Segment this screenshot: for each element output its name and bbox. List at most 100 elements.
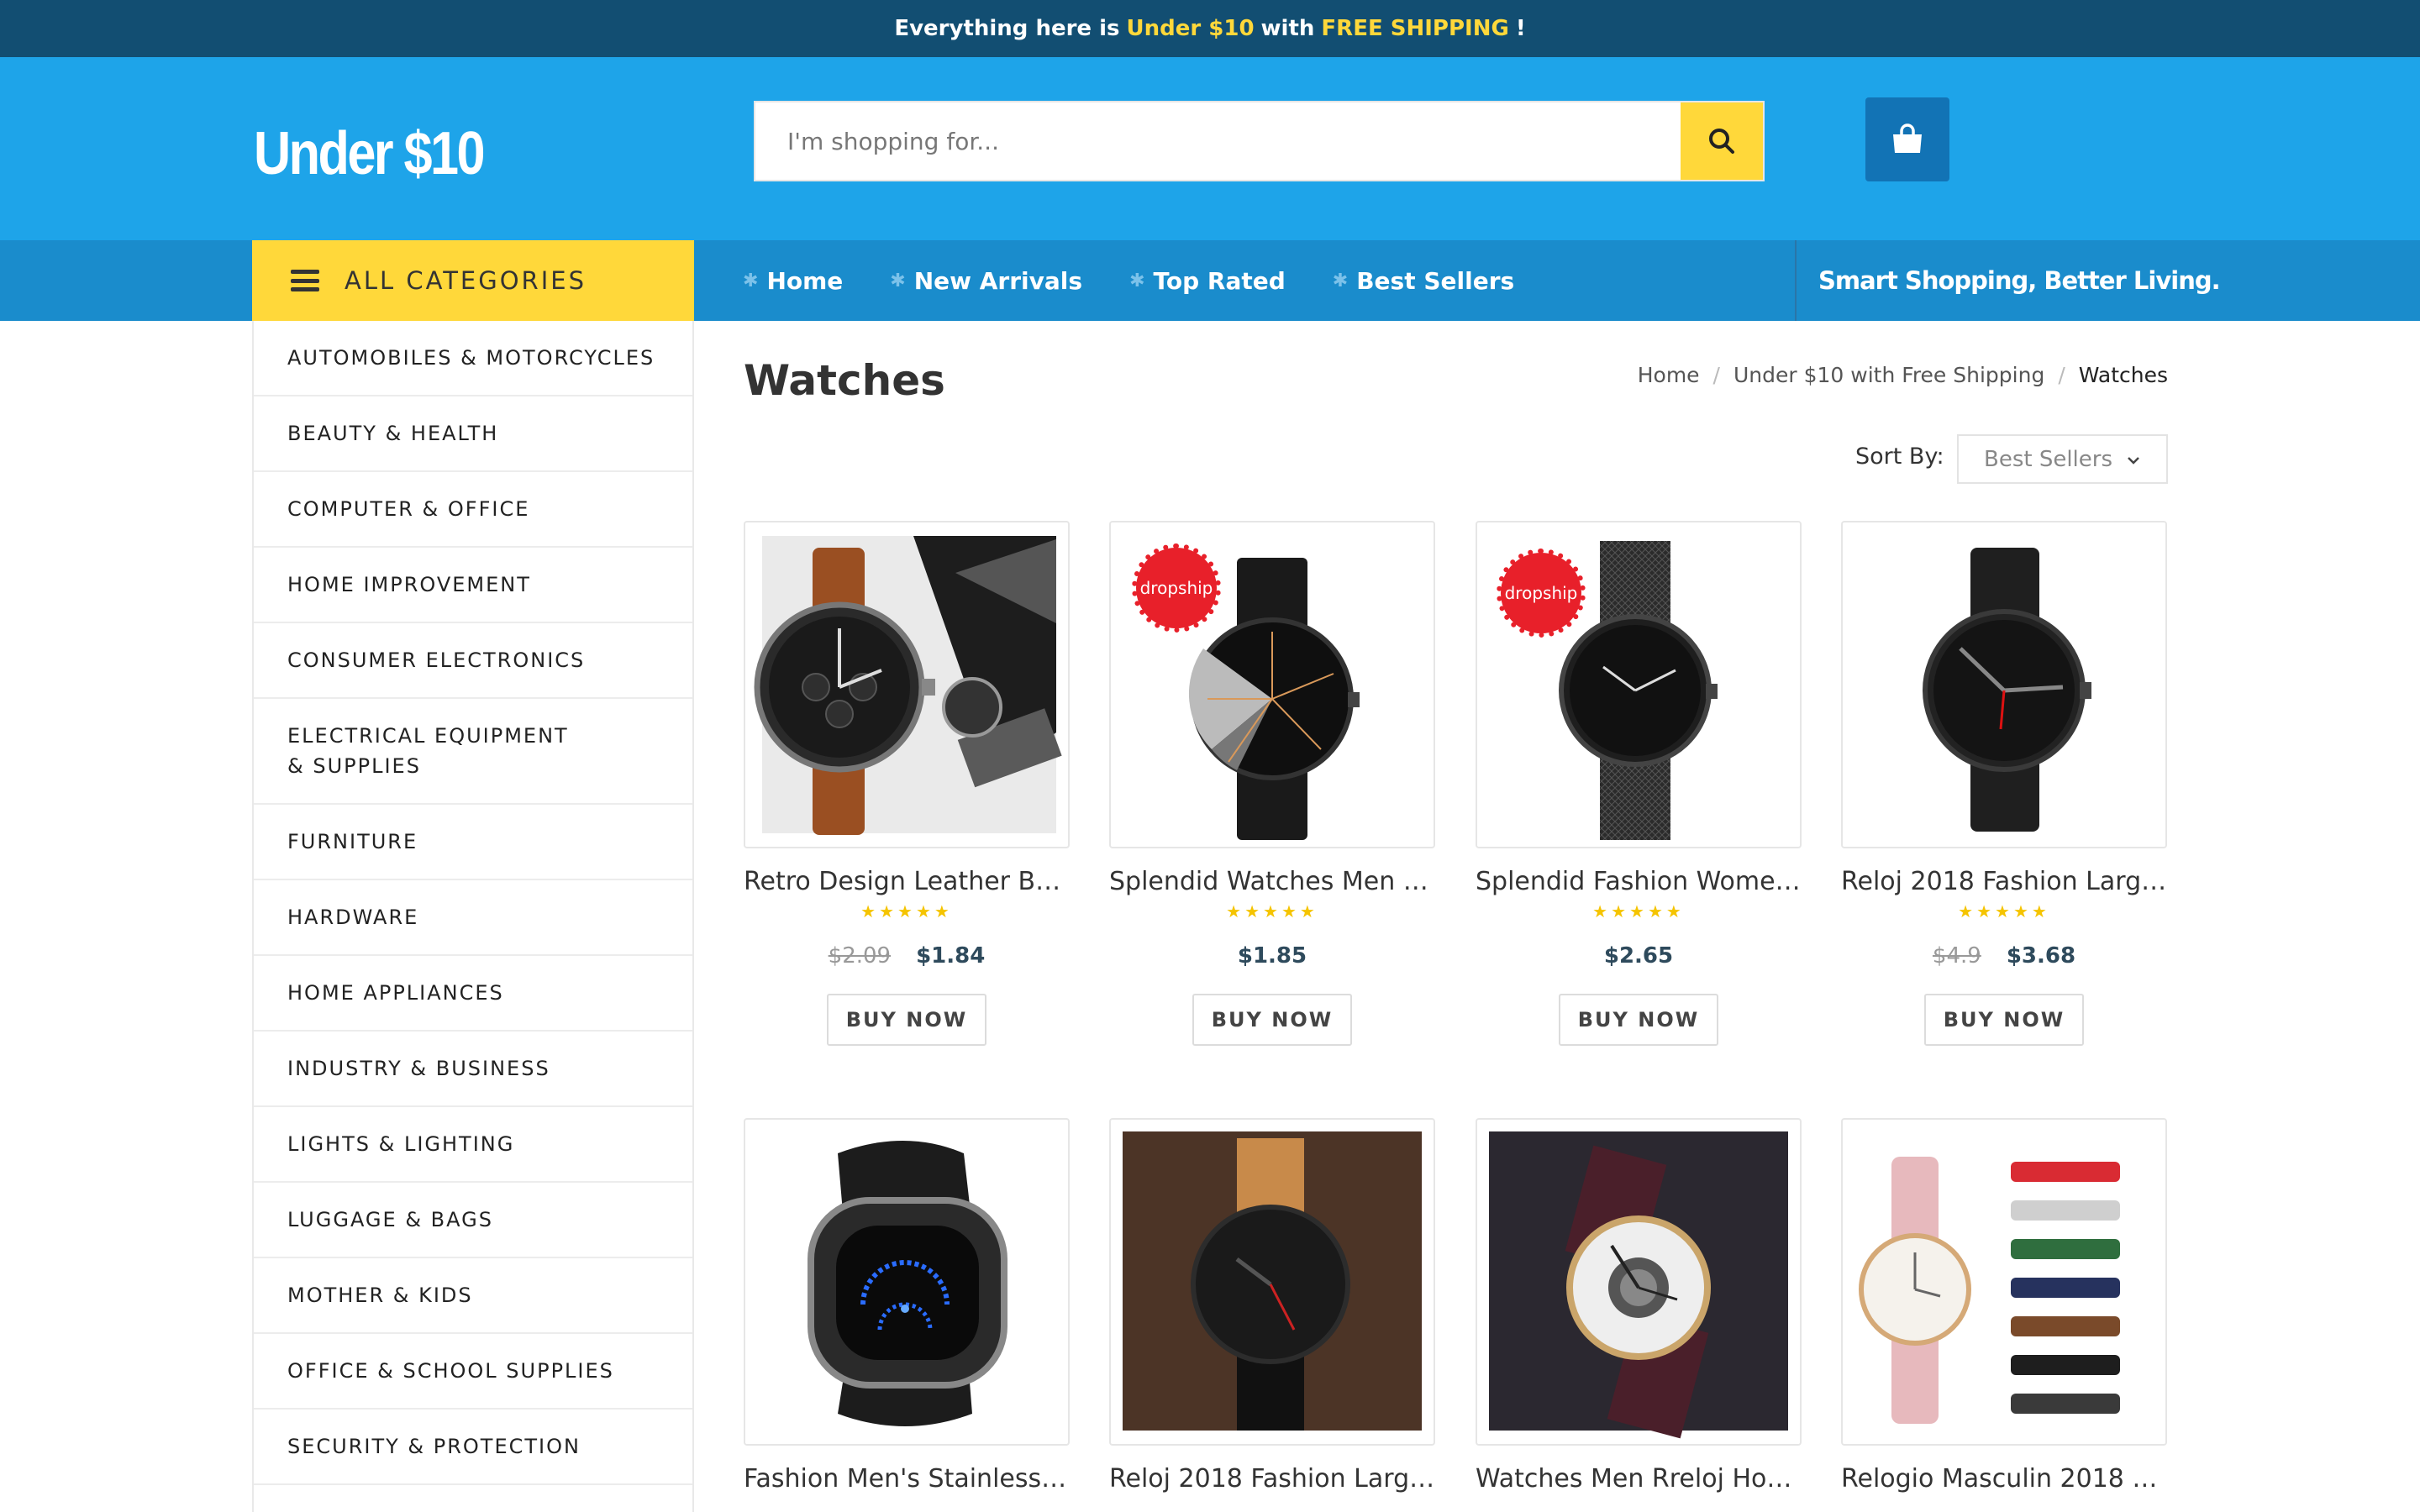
- promo-text-prefix: Everything here is: [894, 16, 1120, 41]
- all-categories-toggle[interactable]: ALL CATEGORIES: [252, 240, 694, 321]
- category-item[interactable]: COMPUTER & OFFICE: [254, 472, 692, 548]
- breadcrumb-separator: /: [2058, 363, 2065, 387]
- product-name[interactable]: Watches Men Rreloj Hom...: [1476, 1464, 1802, 1494]
- sort-dropdown[interactable]: Best Sellers: [1957, 434, 2168, 484]
- dropship-badge: dropship: [1132, 543, 1221, 633]
- promo-highlight-shipping: FREE SHIPPING: [1321, 16, 1509, 41]
- main-nav: ALL CATEGORIES ✱ Home ✱ New Arrivals ✱ Top …: [0, 240, 2420, 321]
- product-image[interactable]: [1841, 521, 2167, 848]
- buy-now-button[interactable]: BUY NOW: [1924, 994, 2084, 1046]
- rating-stars-icon: ★★★★★: [1592, 901, 1685, 921]
- site-logo[interactable]: Under $10: [254, 119, 486, 188]
- nav-home[interactable]: ✱ Home: [743, 267, 843, 295]
- category-item[interactable]: ELECTRICAL EQUIPMENT & SUPPLIES: [254, 699, 692, 805]
- product-prices: $4.9 $3.68: [1841, 943, 2167, 969]
- search-bar: [754, 101, 1765, 181]
- rating-stars-icon: ★★★★★: [860, 901, 953, 921]
- category-item[interactable]: CONSUMER ELECTRONICS: [254, 623, 692, 699]
- category-item[interactable]: OFFICE & SCHOOL SUPPLIES: [254, 1334, 692, 1410]
- product-card: Reloj 2018 Fashion Large ... ★★★★★ $4.9 $…: [1841, 521, 2167, 1046]
- bullet-icon: ✱: [890, 270, 906, 291]
- search-input[interactable]: [755, 102, 1684, 180]
- product-image[interactable]: [1109, 1118, 1435, 1446]
- old-price: $2.09: [828, 943, 892, 969]
- shopping-bag-icon: [1893, 123, 1922, 153]
- product-prices: $2.09 $1.84: [744, 943, 1070, 969]
- nav-divider: [1795, 240, 1797, 321]
- product-card: dropship Splendid Watches Men W... ★★★★★…: [1109, 521, 1435, 1046]
- breadcrumb-collection[interactable]: Under $10 with Free Shipping: [1733, 363, 2044, 387]
- category-item[interactable]: INDUSTRY & BUSINESS: [254, 1032, 692, 1107]
- chevron-down-icon: [2128, 457, 2139, 465]
- category-item[interactable]: LUGGAGE & BAGS: [254, 1183, 692, 1258]
- nav-top-rated-label: Top Rated: [1153, 266, 1286, 295]
- sort-label: Sort By:: [1855, 444, 1944, 470]
- product-image[interactable]: [1476, 1118, 1802, 1446]
- category-item[interactable]: HARDWARE: [254, 880, 692, 956]
- category-item[interactable]: AUTOMOBILES & MOTORCYCLES: [254, 321, 692, 396]
- product-name[interactable]: Splendid Watches Men W...: [1109, 867, 1435, 896]
- product-prices: $2.65: [1476, 943, 1802, 969]
- product-name[interactable]: Reloj 2018 Fashion Large ...: [1841, 867, 2167, 896]
- nav-home-label: Home: [766, 266, 844, 295]
- buy-now-button[interactable]: BUY NOW: [827, 994, 986, 1046]
- buy-now-button[interactable]: BUY NOW: [1192, 994, 1352, 1046]
- product-card: Watches Men Rreloj Hom...: [1476, 1118, 1802, 1494]
- product-name[interactable]: Retro Design Leather Ban...: [744, 867, 1070, 896]
- category-item[interactable]: BEAUTY & HEALTH: [254, 396, 692, 472]
- current-price: $1.84: [916, 943, 986, 969]
- nav-new-arrivals[interactable]: ✱ New Arrivals: [890, 267, 1082, 295]
- product-image[interactable]: dropship: [1109, 521, 1435, 848]
- all-categories-label: ALL CATEGORIES: [345, 266, 587, 295]
- buy-now-button[interactable]: BUY NOW: [1559, 994, 1718, 1046]
- category-sidebar: AUTOMOBILES & MOTORCYCLES BEAUTY & HEALT…: [252, 321, 694, 1512]
- product-image[interactable]: [1841, 1118, 2167, 1446]
- category-item[interactable]: HOME APPLIANCES: [254, 956, 692, 1032]
- nav-best-sellers-label: Best Sellers: [1356, 266, 1515, 295]
- product-image[interactable]: [744, 521, 1070, 848]
- nav-links: ✱ Home ✱ New Arrivals ✱ Top Rated ✱ Best Sel…: [743, 240, 1561, 321]
- page-title: Watches: [744, 356, 945, 405]
- search-icon: [1709, 129, 1734, 154]
- nav-best-sellers[interactable]: ✱ Best Sellers: [1333, 267, 1514, 295]
- product-image[interactable]: [744, 1118, 1070, 1446]
- breadcrumb: Home / Under $10 with Free Shipping / Wa…: [1638, 363, 2168, 387]
- product-prices: $1.85: [1109, 943, 1435, 969]
- product-name[interactable]: Fashion Men's Stainless S...: [744, 1464, 1070, 1494]
- site-tagline: Smart Shopping, Better Living.: [1818, 266, 2221, 295]
- current-price: $1.85: [1237, 943, 1307, 969]
- product-card: dropship Splendid Fashion Women... ★★★★★…: [1476, 521, 1802, 1046]
- product-name[interactable]: Splendid Fashion Women...: [1476, 867, 1802, 896]
- cart-button[interactable]: [1865, 97, 1949, 181]
- bullet-icon: ✱: [743, 270, 759, 291]
- old-price: $4.9: [1932, 943, 1981, 969]
- promo-bar: Everything here is Under $10 with FREE S…: [0, 0, 2420, 57]
- category-item[interactable]: HOME IMPROVEMENT: [254, 548, 692, 623]
- category-item[interactable]: FURNITURE: [254, 805, 692, 880]
- site-header: Under $10: [0, 57, 2420, 240]
- current-price: $2.65: [1603, 943, 1674, 969]
- product-name[interactable]: Reloj 2018 Fashion Large ...: [1109, 1464, 1435, 1494]
- category-item[interactable]: SECURITY & PROTECTION: [254, 1410, 692, 1485]
- rating-stars-icon: ★★★★★: [1958, 901, 2050, 921]
- category-item[interactable]: LIGHTS & LIGHTING: [254, 1107, 692, 1183]
- hamburger-icon: [291, 270, 319, 291]
- product-card: Relogio Masculin 2018 Co...: [1841, 1118, 2167, 1494]
- product-image[interactable]: dropship: [1476, 521, 1802, 848]
- product-card: Reloj 2018 Fashion Large ...: [1109, 1118, 1435, 1494]
- category-item[interactable]: MOTHER & KIDS: [254, 1258, 692, 1334]
- search-button[interactable]: [1681, 102, 1763, 180]
- breadcrumb-home[interactable]: Home: [1638, 363, 1700, 387]
- bullet-icon: ✱: [1129, 270, 1145, 291]
- nav-new-arrivals-label: New Arrivals: [913, 266, 1083, 295]
- nav-top-rated[interactable]: ✱ Top Rated: [1129, 267, 1286, 295]
- promo-text-suffix: !: [1515, 16, 1526, 41]
- product-card: Fashion Men's Stainless S...: [744, 1118, 1070, 1494]
- product-name[interactable]: Relogio Masculin 2018 Co...: [1841, 1464, 2167, 1494]
- breadcrumb-separator: /: [1712, 363, 1720, 387]
- promo-text-middle: with: [1260, 16, 1315, 41]
- breadcrumb-current: Watches: [2078, 363, 2168, 387]
- product-card: Retro Design Leather Ban... ★★★★★ $2.09 $…: [744, 521, 1070, 1046]
- sort-value: Best Sellers: [1984, 446, 2113, 472]
- rating-stars-icon: ★★★★★: [1226, 901, 1318, 921]
